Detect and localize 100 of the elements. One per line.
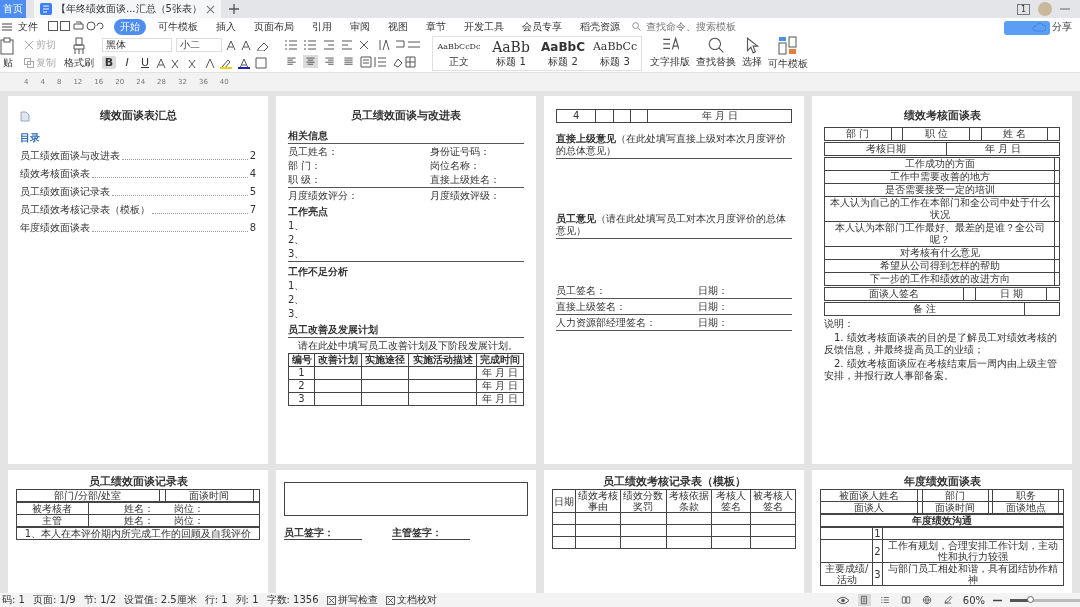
- table-cell: [408, 366, 477, 380]
- paste-button[interactable]: 贴: [3, 56, 13, 70]
- book-icon: [901, 595, 912, 605]
- style-preset[interactable]: AaBbC 标题 2: [537, 37, 589, 70]
- toc-entry[interactable]: 员工绩效面谈记录表: [20, 186, 110, 198]
- body-text: 2. 绩效考核面谈应在考核结束后一周内由上级主管安排，并报行政人事部备案。: [824, 358, 1058, 382]
- table-cell: [620, 512, 667, 525]
- toc-entry[interactable]: 年度绩效面谈表: [20, 222, 90, 234]
- text-effect-icons-drawing[interactable]: [156, 56, 268, 69]
- ribbon-tab[interactable]: 稻壳资源: [574, 18, 626, 35]
- field-label: 月度绩效评级：: [429, 190, 501, 202]
- table-cell: 部门/分部/处室: [16, 489, 160, 502]
- align-button[interactable]: [322, 55, 337, 68]
- table-cell: [253, 489, 260, 502]
- table-cell: [408, 392, 477, 406]
- eye-icon[interactable]: [835, 595, 850, 605]
- style-preset[interactable]: AaBbCc 标题 3: [589, 37, 641, 70]
- ribbon-tab[interactable]: 引用: [306, 18, 338, 35]
- field-label: 员工姓名：: [288, 146, 339, 158]
- toc-entry[interactable]: 绩效考核面谈表: [20, 168, 90, 180]
- ribbon-tab[interactable]: 插入: [210, 18, 242, 35]
- table-cell: [750, 536, 796, 549]
- field-label: 岗位名称：: [429, 160, 481, 172]
- table-cell: [666, 536, 712, 549]
- view-mode-button[interactable]: [920, 594, 934, 606]
- table-cell: 2: [872, 539, 883, 563]
- table-cell: 姓名： 岗位：: [88, 502, 260, 515]
- spacing-icons-drawing[interactable]: [360, 55, 416, 68]
- font-select[interactable]: 黑体: [102, 38, 172, 52]
- ribbon-tab[interactable]: 视图: [382, 18, 414, 35]
- field-label: 直接上级签名：: [556, 301, 627, 313]
- table-cell: 职 位: [902, 127, 970, 141]
- new-tab-icon[interactable]: [228, 4, 239, 14]
- page-marker-icon[interactable]: [20, 110, 30, 122]
- tool-button[interactable]: 可牛模板: [768, 36, 808, 71]
- share-button[interactable]: 分享: [1052, 19, 1072, 34]
- ribbon-tab[interactable]: 会员专享: [516, 18, 568, 35]
- style-name: 正文: [449, 54, 469, 69]
- table-cell: 工作中需要改善的地方: [824, 170, 1055, 184]
- align-right-icon: [324, 56, 335, 67]
- section-heading: 相关信息: [288, 130, 524, 144]
- table-cell: 年度绩效沟通: [820, 514, 1064, 527]
- zoom-out-icon[interactable]: [993, 598, 1002, 602]
- search-icon: [707, 36, 725, 54]
- style-preset[interactable]: AaBb 标题 1: [485, 37, 537, 70]
- align-button[interactable]: [341, 55, 356, 68]
- table-cell: 面谈人签名: [824, 287, 964, 301]
- table-cell: [575, 524, 621, 537]
- table-cell: [361, 366, 409, 380]
- status-toggle[interactable]: 拼写检查: [326, 593, 378, 607]
- ribbon-tab[interactable]: 开发工具: [458, 18, 510, 35]
- format-button[interactable]: U: [138, 56, 152, 69]
- zoom-level-button[interactable]: 60%: [962, 594, 985, 606]
- menu-icon[interactable]: [2, 21, 12, 32]
- tool-button[interactable]: 查找替换: [696, 36, 736, 71]
- view-mode-button[interactable]: [878, 594, 892, 606]
- toc-entry[interactable]: 员工绩效面谈与改进表: [20, 150, 120, 162]
- zoom-slider-thumb[interactable]: [1027, 595, 1034, 603]
- format-painter-button[interactable]: 格式刷: [64, 56, 94, 70]
- window-count-badge[interactable]: 1: [1016, 3, 1030, 15]
- size-select[interactable]: 小二: [176, 38, 222, 52]
- table-cell: 编号: [288, 353, 315, 367]
- ribbon-tab[interactable]: 审阅: [344, 18, 376, 35]
- field-label: 员工签名：: [556, 285, 607, 297]
- tool-button[interactable]: 选择: [742, 36, 762, 71]
- table-cell: [620, 536, 667, 549]
- ribbon-tab[interactable]: 章节: [420, 18, 452, 35]
- tool-button[interactable]: 文字排版: [650, 36, 690, 71]
- section-heading: 工作不足分析: [288, 266, 349, 278]
- align-button[interactable]: [284, 55, 299, 68]
- style-preview: AaBbC: [541, 38, 585, 55]
- table-cell: [711, 524, 751, 537]
- align-button[interactable]: [303, 55, 318, 68]
- template-icon: [778, 36, 798, 56]
- format-button[interactable]: I: [120, 56, 134, 69]
- style-preset[interactable]: AaBbCcDc 正文: [433, 37, 485, 70]
- body-text: 说明：: [824, 318, 855, 330]
- view-mode-button[interactable]: [857, 594, 871, 606]
- table-cell: 职务: [992, 489, 1059, 502]
- file-menu[interactable]: 文件: [18, 19, 42, 34]
- outline-icon: [880, 595, 891, 605]
- page-title: 年度绩效面谈表: [903, 476, 981, 488]
- table-cell: 面谈时间: [922, 501, 989, 514]
- view-mode-button[interactable]: [941, 594, 955, 606]
- toc-page-number: 8: [249, 222, 256, 234]
- toc-entry[interactable]: 员工绩效考核记录表（模板）: [20, 204, 150, 216]
- status-toggle[interactable]: 文档校对: [385, 593, 437, 607]
- ribbon-tab[interactable]: 可牛模板: [152, 18, 204, 35]
- table-cell: [314, 379, 362, 393]
- format-button[interactable]: B: [102, 56, 116, 69]
- search-field[interactable]: 查找命令、搜索模板: [632, 20, 758, 33]
- minimize-icon[interactable]: [1060, 7, 1070, 11]
- table-cell: [361, 392, 409, 406]
- view-mode-button[interactable]: [899, 594, 913, 606]
- close-icon[interactable]: [205, 4, 215, 14]
- ribbon-tab[interactable]: 页面布局: [248, 18, 300, 35]
- document-tab[interactable]: 【年终绩效面谈...汇总（5张表）: [34, 0, 221, 18]
- table-cell: [595, 109, 614, 123]
- table-cell: [552, 512, 576, 525]
- status-text: 列: 1: [235, 593, 259, 607]
